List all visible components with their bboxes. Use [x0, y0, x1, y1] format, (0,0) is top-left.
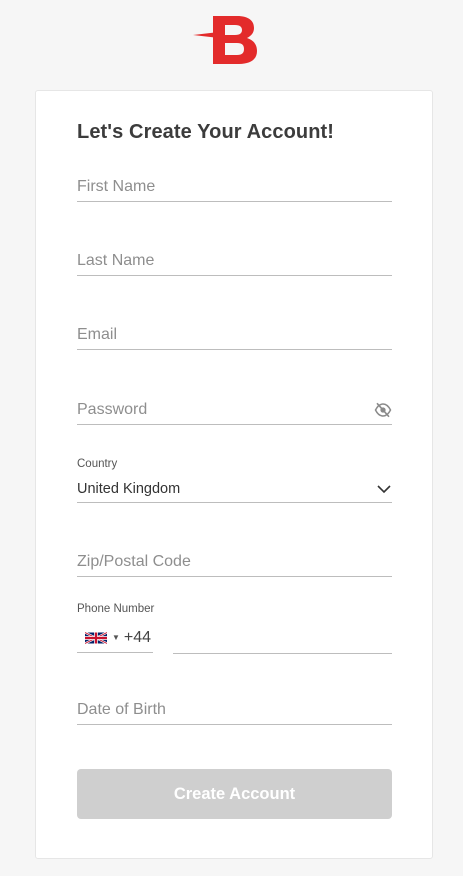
- country-select[interactable]: United Kingdom: [77, 476, 392, 503]
- email-field[interactable]: [77, 321, 392, 350]
- uk-flag-icon: [85, 631, 107, 644]
- phone-number-input[interactable]: [173, 623, 392, 653]
- country-label: Country: [77, 458, 118, 470]
- signup-card: Let's Create Your Account! Country Unite…: [35, 90, 433, 859]
- first-name-field[interactable]: [77, 173, 392, 202]
- password-input[interactable]: [77, 396, 367, 424]
- phone-country-selector[interactable]: ▼ +44: [77, 623, 153, 653]
- chevron-down-icon[interactable]: [376, 481, 392, 497]
- zip-input[interactable]: [77, 548, 392, 576]
- phone-number-field[interactable]: [173, 623, 392, 654]
- brand-logo-icon: [193, 16, 257, 64]
- dob-field[interactable]: [77, 696, 392, 725]
- dial-code: +44: [123, 628, 152, 646]
- email-input[interactable]: [77, 321, 392, 349]
- dob-input[interactable]: [77, 696, 392, 724]
- phone-label: Phone Number: [77, 603, 155, 615]
- page-title: Let's Create Your Account!: [77, 121, 335, 143]
- first-name-input[interactable]: [77, 173, 392, 201]
- eye-off-icon[interactable]: [374, 402, 392, 418]
- create-account-button[interactable]: Create Account: [77, 769, 392, 819]
- password-field[interactable]: [77, 396, 392, 425]
- last-name-field[interactable]: [77, 247, 392, 276]
- caret-down-icon: ▼: [112, 633, 120, 642]
- last-name-input[interactable]: [77, 247, 392, 275]
- zip-field[interactable]: [77, 548, 392, 577]
- country-value: United Kingdom: [77, 481, 181, 497]
